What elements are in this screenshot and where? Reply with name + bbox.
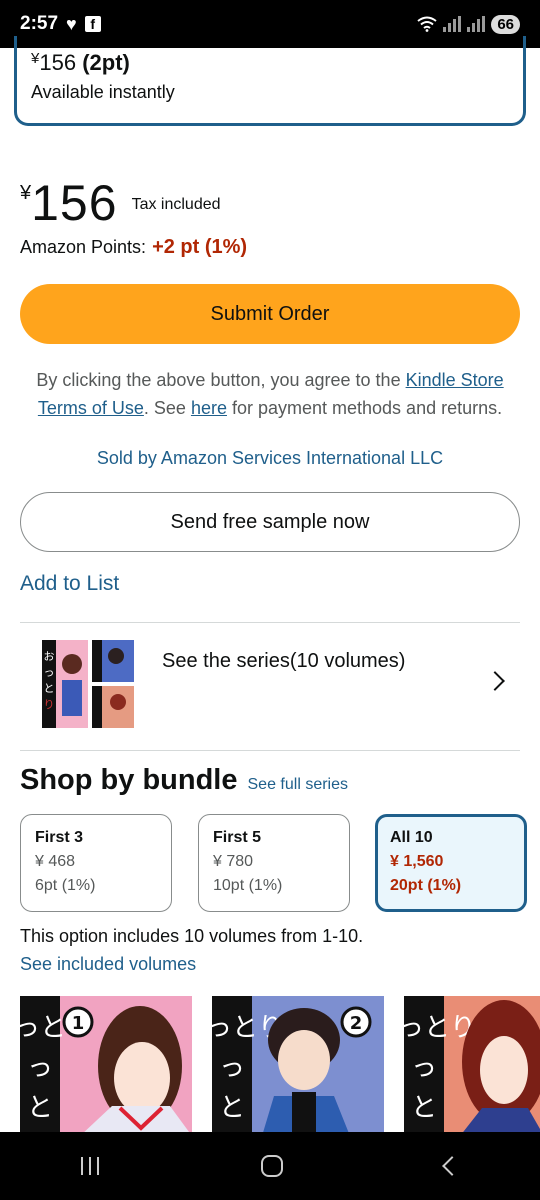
series-link[interactable]: お っ と り See the series(10 volumes) (20, 624, 520, 750)
svg-text:と: と (27, 1093, 53, 1123)
svg-text:1: 1 (72, 1013, 85, 1034)
payment-methods-link[interactable]: here (191, 398, 227, 418)
divider (20, 750, 520, 751)
wifi-icon (417, 16, 437, 32)
bundle-option-first-5[interactable]: First 5 ¥ 780 10pt (1%) (198, 814, 350, 912)
amazon-points: Amazon Points: +2 pt (1%) (20, 236, 248, 258)
signal-icon-2 (467, 16, 486, 32)
terms-text: By clicking the above button, you agree … (36, 370, 504, 418)
svg-text:っ: っ (219, 1053, 245, 1083)
currency-symbol: ¥ (20, 182, 32, 204)
svg-text:っ: っ (27, 1053, 53, 1083)
svg-text:っ: っ (44, 666, 55, 679)
signal-icon (443, 16, 462, 32)
status-time: 2:57 (20, 13, 59, 34)
bundle-heading: Shop by bundle See full series (20, 764, 348, 797)
submit-order-button[interactable]: Submit Order (20, 284, 520, 344)
back-icon[interactable] (442, 1156, 462, 1176)
price-amount: 156 (31, 175, 118, 231)
volume-cover-1[interactable]: おっとり っ と 1 (20, 996, 192, 1132)
svg-text:っ: っ (411, 1053, 437, 1083)
format-card-selected[interactable]: ¥156 (2pt) Available instantly (14, 36, 526, 126)
svg-text:2: 2 (350, 1013, 363, 1034)
chevron-right-icon (485, 671, 505, 691)
see-full-series-link[interactable]: See full series (248, 776, 349, 794)
battery-indicator: 66 (491, 14, 520, 34)
svg-text:り: り (44, 698, 55, 711)
bundle-option-all-10[interactable]: All 10 ¥ 1,560 20pt (1%) (375, 814, 527, 912)
price-block: ¥ 156 Tax included (20, 176, 221, 230)
system-nav-bar (0, 1132, 540, 1200)
volume-carousel[interactable]: おっとり っ と 1 おっとり っ と 2 おっとり っ と (0, 996, 540, 1132)
volume-cover-2[interactable]: おっとり っ と 2 (212, 996, 384, 1132)
series-thumbnail: お っ と り (42, 640, 134, 728)
send-sample-button[interactable]: Send free sample now (20, 492, 520, 552)
divider (20, 622, 520, 623)
home-icon[interactable] (261, 1155, 283, 1177)
series-label: See the series(10 volumes) (162, 650, 406, 672)
tax-label: Tax included (131, 196, 221, 213)
svg-text:と: と (411, 1093, 437, 1123)
see-included-volumes-link[interactable]: See included volumes (20, 954, 196, 975)
svg-text:お: お (44, 650, 55, 663)
bundle-option-first-3[interactable]: First 3 ¥ 468 6pt (1%) (20, 814, 172, 912)
svg-text:と: と (219, 1093, 245, 1123)
sold-by-link[interactable]: Sold by Amazon Services International LL… (20, 448, 520, 469)
heart-icon: ♥ (66, 13, 77, 34)
format-availability: Available instantly (31, 82, 175, 102)
bundle-description: This option includes 10 volumes from 1-1… (20, 926, 364, 946)
section-title: Shop by bundle (20, 764, 238, 796)
facebook-icon: f (84, 16, 101, 32)
svg-text:と: と (44, 682, 55, 695)
add-to-list-link[interactable]: Add to List (20, 572, 119, 596)
volume-cover-3[interactable]: おっとり っ と (404, 996, 540, 1132)
recent-apps-icon[interactable] (81, 1157, 99, 1175)
format-price: ¥156 (2pt) (31, 50, 130, 75)
